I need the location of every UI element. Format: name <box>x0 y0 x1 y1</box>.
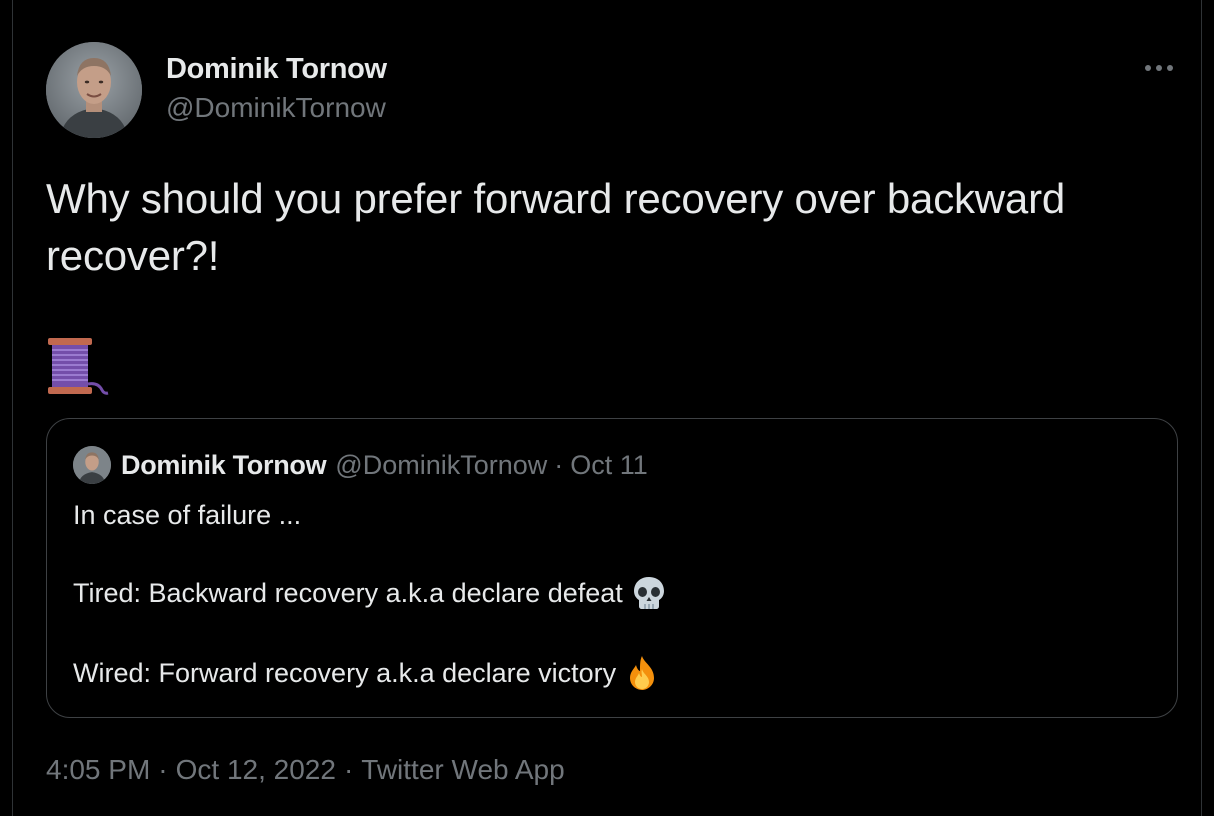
spool-of-thread-icon <box>46 336 110 396</box>
author-name[interactable]: Dominik Tornow <box>166 52 387 86</box>
tweet-footer: 4:05 PM · Oct 12, 2022 · Twitter Web App <box>46 752 565 788</box>
quoted-tweet[interactable]: Dominik Tornow @DominikTornow · Oct 11 I… <box>46 418 1178 718</box>
tweet-author[interactable]: Dominik Tornow @DominikTornow <box>166 52 387 127</box>
tweet-text: Why should you prefer forward recovery o… <box>46 175 1066 279</box>
tweet-time[interactable]: 4:05 PM <box>46 754 150 785</box>
avatar[interactable] <box>46 42 142 138</box>
quoted-author-handle: @DominikTornow <box>335 449 548 480</box>
skull-icon <box>631 575 667 611</box>
quoted-line: Wired: Forward recovery a.k.a declare vi… <box>73 655 660 691</box>
quoted-tweet-header: Dominik Tornow @DominikTornow · Oct 11 <box>73 445 648 485</box>
author-handle[interactable]: @DominikTornow <box>166 89 387 127</box>
footer-separator: · <box>343 754 354 785</box>
quoted-line-text: Tired: Backward recovery a.k.a declare d… <box>73 578 623 608</box>
quoted-separator: · <box>554 449 564 480</box>
quoted-line-text: Wired: Forward recovery a.k.a declare vi… <box>73 658 617 688</box>
quoted-line-text: In case of failure ... <box>73 500 302 530</box>
more-options-icon[interactable] <box>1140 56 1180 80</box>
tweet-source-link[interactable]: Twitter Web App <box>361 754 564 785</box>
avatar-photo <box>46 42 142 138</box>
fire-icon <box>624 655 660 691</box>
quoted-author-name: Dominik Tornow <box>121 449 327 480</box>
tweet-date[interactable]: Oct 12, 2022 <box>176 754 336 785</box>
quoted-avatar <box>73 446 111 484</box>
quoted-line: Tired: Backward recovery a.k.a declare d… <box>73 575 667 611</box>
quoted-date: Oct 11 <box>570 449 648 480</box>
footer-separator: · <box>158 754 168 785</box>
quoted-line: In case of failure ... <box>73 497 301 533</box>
